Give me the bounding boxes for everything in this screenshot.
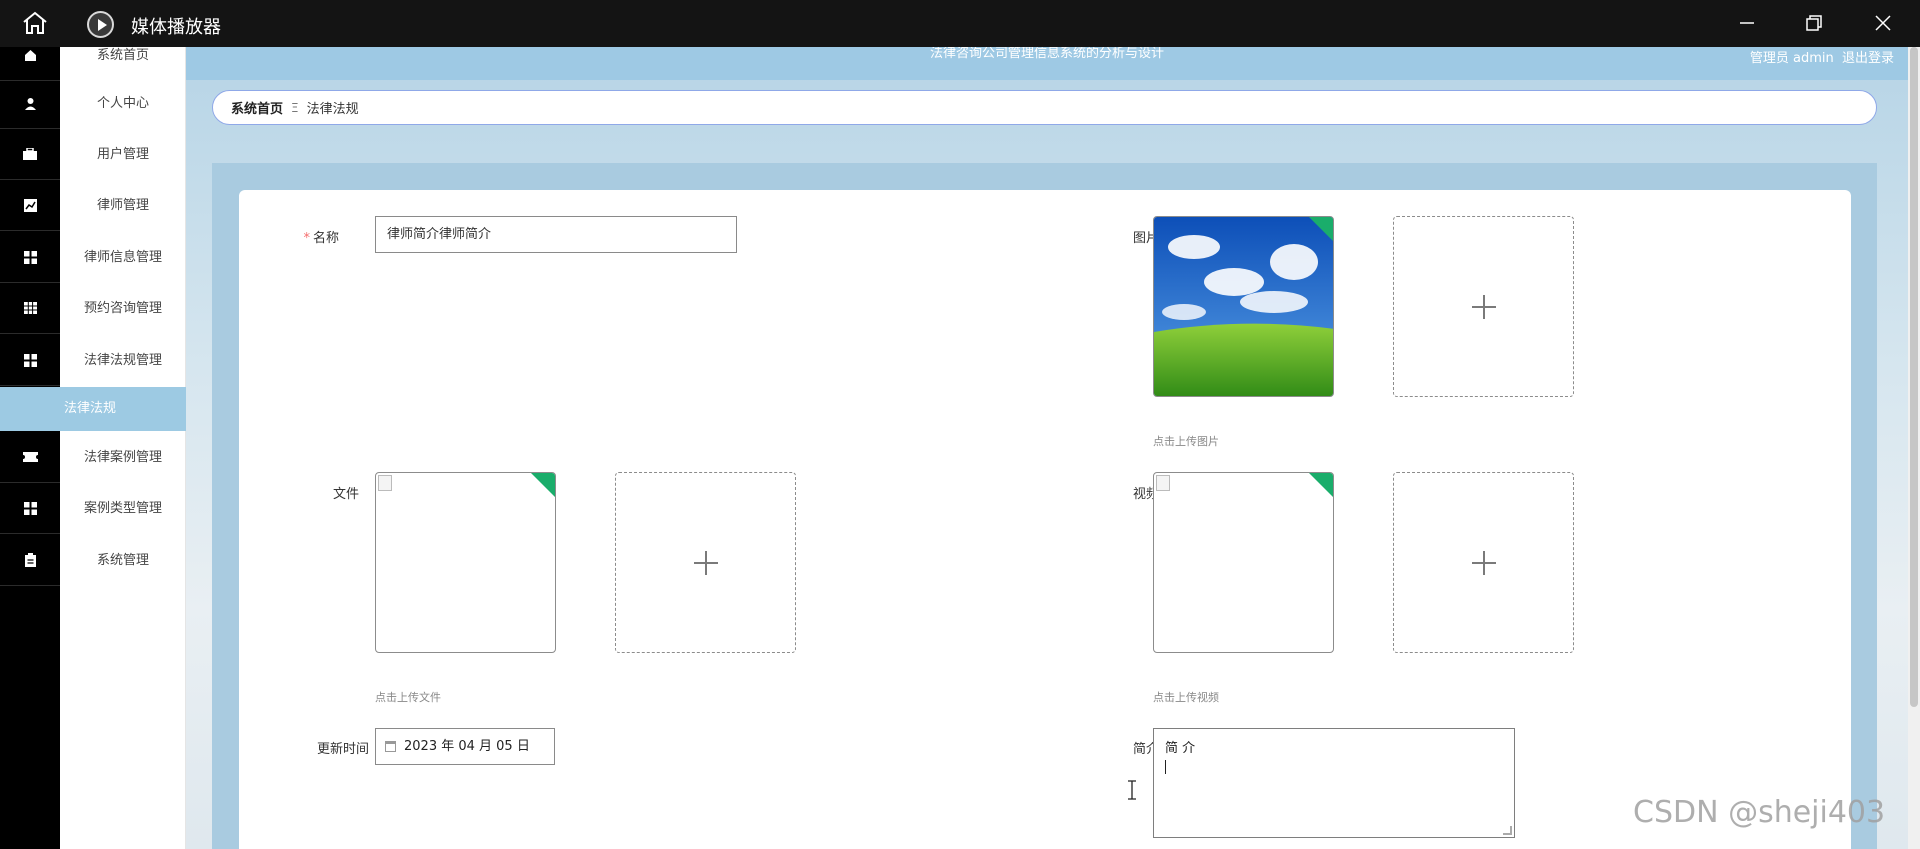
breadcrumb: 系统首页 Ξ 法律法规 (212, 90, 1877, 125)
sidebar-item-profile[interactable]: 个人中心 (0, 78, 186, 129)
sidebar-item-label: 预约咨询管理 (83, 301, 162, 316)
ticket-icon (0, 432, 60, 483)
image-upload-tip: 点击上传图片 (1153, 435, 1219, 448)
text-cursor-icon (1128, 780, 1136, 800)
sidebar-item-system[interactable]: 系统管理 (0, 535, 186, 586)
scrollbar-thumb[interactable] (1910, 47, 1918, 707)
media-player-logo-icon (87, 11, 114, 38)
sidebar-item-cases[interactable]: 法律案例管理 (0, 432, 186, 483)
image-label: 图片 (1132, 231, 1159, 246)
file-label: 文件 (332, 487, 359, 502)
updated-time-datepicker[interactable]: 2023 年 04 月 05 日 (375, 728, 555, 765)
grid-icon (0, 335, 60, 386)
upload-success-badge (531, 473, 555, 497)
upload-success-badge (1309, 473, 1333, 497)
sidebar-item-label: 用户管理 (96, 147, 149, 162)
intro-value: 简 介 (1165, 741, 1196, 756)
updated-time-value: 2023 年 04 月 05 日 (404, 739, 530, 754)
sidebar-item-label: 律师信息管理 (83, 250, 162, 265)
plus-icon (1471, 550, 1496, 575)
top-header: 法律咨询公司管理信息系统的分析与设计 管理员 admin 退出登录 (186, 47, 1908, 80)
file-upload-tip: 点击上传文件 (375, 691, 441, 704)
user-name: 管理员 admin (1749, 51, 1834, 66)
sidebar-item-appointments[interactable]: 预约咨询管理 (0, 283, 186, 334)
home-icon[interactable] (22, 11, 48, 35)
broken-image-icon (1156, 475, 1170, 491)
resize-handle-icon[interactable] (1503, 826, 1512, 835)
user-icon (0, 78, 60, 129)
logout-link[interactable]: 退出登录 (1842, 51, 1894, 66)
name-input[interactable]: 律师简介律师简介 (375, 216, 737, 253)
breadcrumb-separator: Ξ (291, 100, 299, 115)
user-area: 管理员 admin 退出登录 (1750, 47, 1894, 66)
player-titlebar: 媒体播放器 (0, 0, 1920, 47)
watermark: CSDN @sheji403 (1633, 795, 1886, 830)
video-label: 视频 (1132, 487, 1159, 502)
image-thumbnail[interactable] (1153, 216, 1334, 397)
image-upload-button[interactable] (1393, 216, 1574, 397)
video-upload-button[interactable] (1393, 472, 1574, 653)
broken-image-icon (378, 475, 392, 491)
briefcase-icon (0, 129, 60, 180)
clipboard-icon (0, 535, 60, 586)
landscape-image (1154, 217, 1333, 396)
breadcrumb-current: 法律法规 (306, 102, 359, 117)
name-label: * 名称 (303, 231, 339, 246)
video-thumbnail[interactable] (1153, 472, 1334, 653)
grid-icon (0, 483, 60, 534)
required-mark: * (303, 231, 310, 246)
sidebar-item-case-types[interactable]: 案例类型管理 (0, 483, 186, 534)
grid-icon (0, 232, 60, 283)
sidebar-item-label: 案例类型管理 (83, 501, 162, 516)
sidebar-item-label: 个人中心 (96, 96, 149, 111)
intro-textarea[interactable]: 简 介 (1153, 728, 1515, 838)
file-upload-button[interactable] (615, 472, 796, 653)
sidebar-item-label: 律师管理 (96, 198, 149, 213)
updated-time-label: 更新时间 (316, 742, 369, 757)
sidebar-subitem-regulations[interactable]: 法律法规 (0, 387, 186, 431)
sidebar-item-lawyer-info[interactable]: 律师信息管理 (0, 232, 186, 283)
chart-icon (0, 180, 60, 231)
upload-success-badge (1309, 217, 1333, 241)
sidebar-item-users[interactable]: 用户管理 (0, 129, 186, 180)
form-card: * 名称 律师简介律师简介 图片 点击上传图片 文件 点击上传文件 视频 点击上… (239, 190, 1851, 849)
restore-icon[interactable] (1803, 12, 1825, 34)
player-title: 媒体播放器 (131, 17, 221, 38)
sidebar-item-regulations[interactable]: 法律法规管理 (0, 335, 186, 386)
breadcrumb-home[interactable]: 系统首页 (231, 98, 283, 117)
video-upload-tip: 点击上传视频 (1153, 691, 1219, 704)
plus-icon (693, 550, 718, 575)
text-caret (1165, 760, 1166, 774)
system-title: 法律咨询公司管理信息系统的分析与设计 (929, 47, 1164, 61)
file-thumbnail[interactable] (375, 472, 556, 653)
minimize-icon[interactable] (1736, 12, 1758, 34)
main-content: 法律咨询公司管理信息系统的分析与设计 管理员 admin 退出登录 系统首页 Ξ… (186, 47, 1908, 849)
sidebar-item-label: 系统管理 (96, 553, 149, 568)
sidebar-item-label: 法律案例管理 (83, 450, 162, 465)
table-icon (0, 283, 60, 334)
close-icon[interactable] (1872, 12, 1894, 34)
plus-icon (1471, 294, 1496, 319)
sidebar-item-lawyers[interactable]: 律师管理 (0, 180, 186, 231)
calendar-icon (385, 741, 396, 752)
sidebar-item-label: 法律法规管理 (83, 353, 162, 368)
